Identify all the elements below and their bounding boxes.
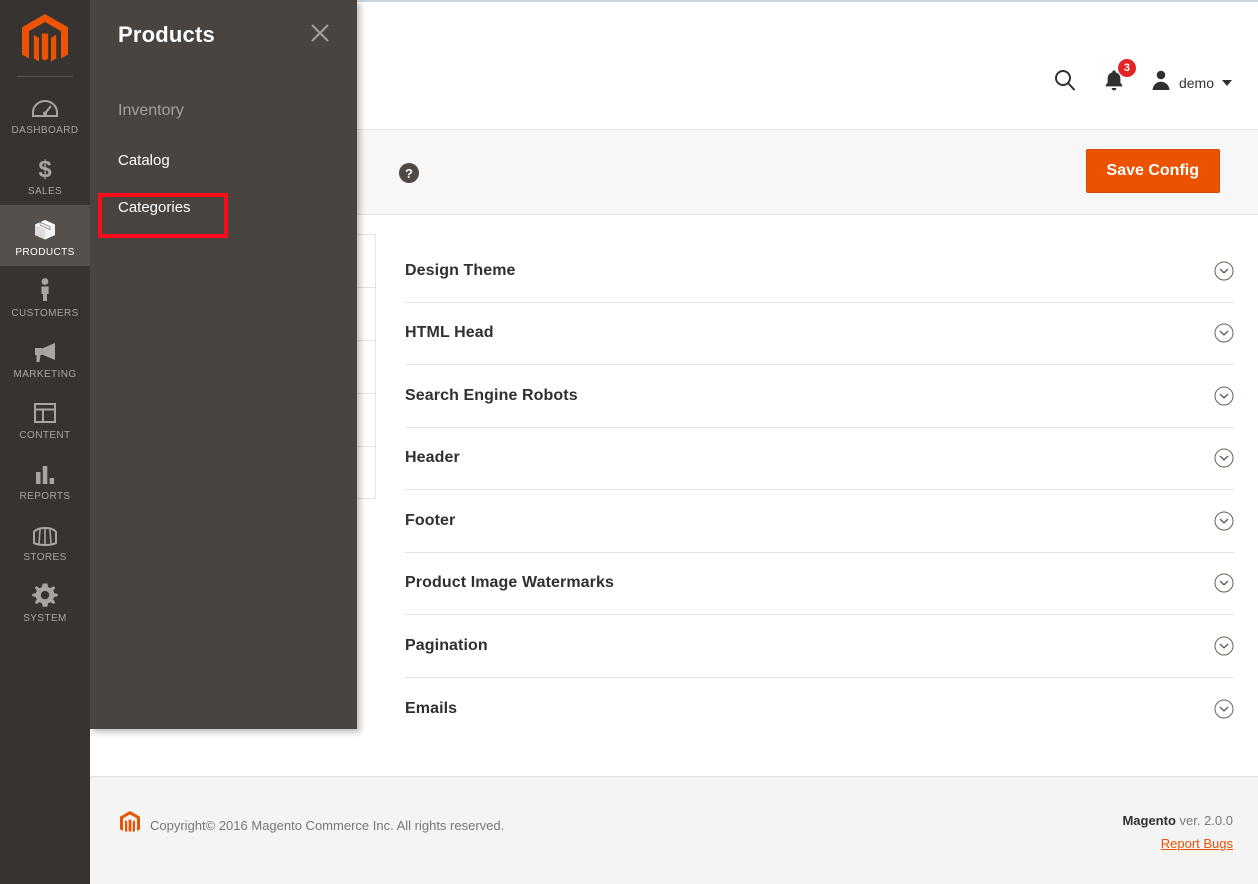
section-title: Pagination — [405, 636, 488, 654]
brand-name: Magento — [1122, 813, 1176, 828]
sidebar-item-label: SYSTEM — [23, 612, 67, 624]
section-title: Design Theme — [405, 261, 516, 279]
main-sidebar: DASHBOARD $ SALES PRODUCTS CUSTOMERS MAR… — [0, 0, 90, 884]
megaphone-icon — [31, 338, 59, 364]
sidebar-item-label: CONTENT — [19, 429, 71, 441]
config-section-row[interactable]: Header — [405, 428, 1234, 490]
chevron-down-circle-icon[interactable] — [1214, 448, 1234, 468]
svg-text:$: $ — [38, 156, 52, 181]
version-number: ver. 2.0.0 — [1175, 813, 1233, 828]
section-title: Search Engine Robots — [405, 386, 578, 404]
magento-logo-icon[interactable] — [0, 0, 90, 76]
flyout-body: Inventory Catalog Categories — [90, 70, 357, 222]
config-section-row[interactable]: Design Theme — [405, 240, 1234, 303]
footer-version-group: Magento ver. 2.0.0 Report Bugs — [1122, 813, 1233, 851]
page-footer: Copyright© 2016 Magento Commerce Inc. Al… — [90, 776, 1258, 884]
flyout-section-title-inventory: Inventory — [118, 102, 184, 119]
gear-icon — [32, 582, 58, 608]
save-config-button[interactable]: Save Config — [1085, 149, 1220, 194]
sidebar-item-label: PRODUCTS — [15, 246, 75, 258]
report-bugs-link[interactable]: Report Bugs — [1122, 836, 1233, 851]
bar-chart-icon — [33, 460, 57, 486]
close-icon[interactable] — [307, 20, 333, 46]
chevron-down-circle-icon[interactable] — [1214, 699, 1234, 719]
sidebar-item-label: DASHBOARD — [11, 124, 79, 136]
products-flyout-menu: Products Inventory Catalog Categories — [90, 0, 357, 729]
config-section-row[interactable]: Search Engine Robots — [405, 365, 1234, 428]
sidebar-item-reports[interactable]: REPORTS — [0, 449, 90, 510]
section-title: HTML Head — [405, 324, 494, 342]
sidebar-item-marketing[interactable]: MARKETING — [0, 327, 90, 388]
sidebar-item-content[interactable]: CONTENT — [0, 388, 90, 449]
flyout-title: Products — [118, 22, 215, 47]
chevron-down-circle-icon[interactable] — [1214, 323, 1234, 343]
config-section-row[interactable]: Pagination — [405, 615, 1234, 678]
user-name-label: demo — [1178, 74, 1214, 91]
sidebar-item-stores[interactable]: STORES — [0, 510, 90, 571]
section-title: Product Image Watermarks — [405, 574, 614, 592]
footer-copyright-group: Copyright© 2016 Magento Commerce Inc. Al… — [120, 811, 504, 840]
flyout-link-categories[interactable]: Categories — [90, 193, 357, 222]
admin-page: 3 demo ? Save Config Design Theme HTML H… — [0, 0, 1258, 884]
section-title: Header — [405, 449, 460, 467]
chevron-down-circle-icon[interactable] — [1214, 511, 1234, 531]
sidebar-item-customers[interactable]: CUSTOMERS — [0, 266, 90, 327]
box-icon — [31, 216, 59, 242]
sidebar-divider — [17, 76, 73, 77]
search-icon — [1053, 68, 1077, 97]
storefront-icon — [31, 521, 59, 547]
sidebar-item-label: SALES — [27, 185, 63, 197]
sidebar-item-dashboard[interactable]: DASHBOARD — [0, 83, 90, 144]
sidebar-item-label: MARKETING — [13, 368, 77, 380]
section-title: Footer — [405, 511, 456, 529]
header-tools: 3 demo — [1053, 59, 1232, 97]
dollar-sign-icon: $ — [34, 155, 56, 181]
config-sections-panel: Design Theme HTML Head Search Engine Rob… — [357, 216, 1258, 775]
version-text: Magento ver. 2.0.0 — [1122, 813, 1233, 828]
sidebar-item-products[interactable]: PRODUCTS — [0, 205, 90, 266]
config-section-row[interactable]: Product Image Watermarks — [405, 553, 1234, 615]
config-section-list: Design Theme HTML Head Search Engine Rob… — [405, 240, 1234, 740]
user-menu-button[interactable]: demo — [1151, 69, 1232, 96]
notifications-button[interactable]: 3 — [1103, 59, 1136, 97]
notification-count-badge: 3 — [1117, 59, 1136, 77]
layout-icon — [33, 399, 57, 425]
flyout-link-catalog[interactable]: Catalog — [90, 146, 357, 175]
chevron-down-circle-icon[interactable] — [1214, 573, 1234, 593]
sidebar-item-system[interactable]: SYSTEM — [0, 571, 90, 632]
section-title: Emails — [405, 699, 458, 717]
magento-logo-icon — [120, 811, 140, 840]
config-section-row[interactable]: HTML Head — [405, 303, 1234, 365]
user-avatar-icon — [1151, 69, 1171, 96]
chevron-down-circle-icon[interactable] — [1214, 386, 1234, 406]
person-icon — [37, 277, 53, 303]
help-question-icon[interactable]: ? — [398, 162, 420, 184]
sidebar-item-label: REPORTS — [19, 490, 71, 502]
dashboard-gauge-icon — [32, 94, 58, 120]
svg-text:?: ? — [405, 166, 413, 181]
config-section-row[interactable]: Emails — [405, 678, 1234, 741]
sidebar-item-sales[interactable]: $ SALES — [0, 144, 90, 205]
chevron-down-circle-icon[interactable] — [1214, 261, 1234, 281]
config-section-row[interactable]: Footer — [405, 490, 1234, 553]
flyout-header: Products — [90, 0, 357, 70]
sidebar-item-label: CUSTOMERS — [11, 307, 79, 319]
sidebar-item-label: STORES — [23, 551, 67, 563]
search-button[interactable] — [1053, 68, 1077, 97]
chevron-down-circle-icon[interactable] — [1214, 636, 1234, 656]
chevron-down-icon — [1222, 79, 1232, 86]
copyright-text: Copyright© 2016 Magento Commerce Inc. Al… — [150, 818, 505, 833]
